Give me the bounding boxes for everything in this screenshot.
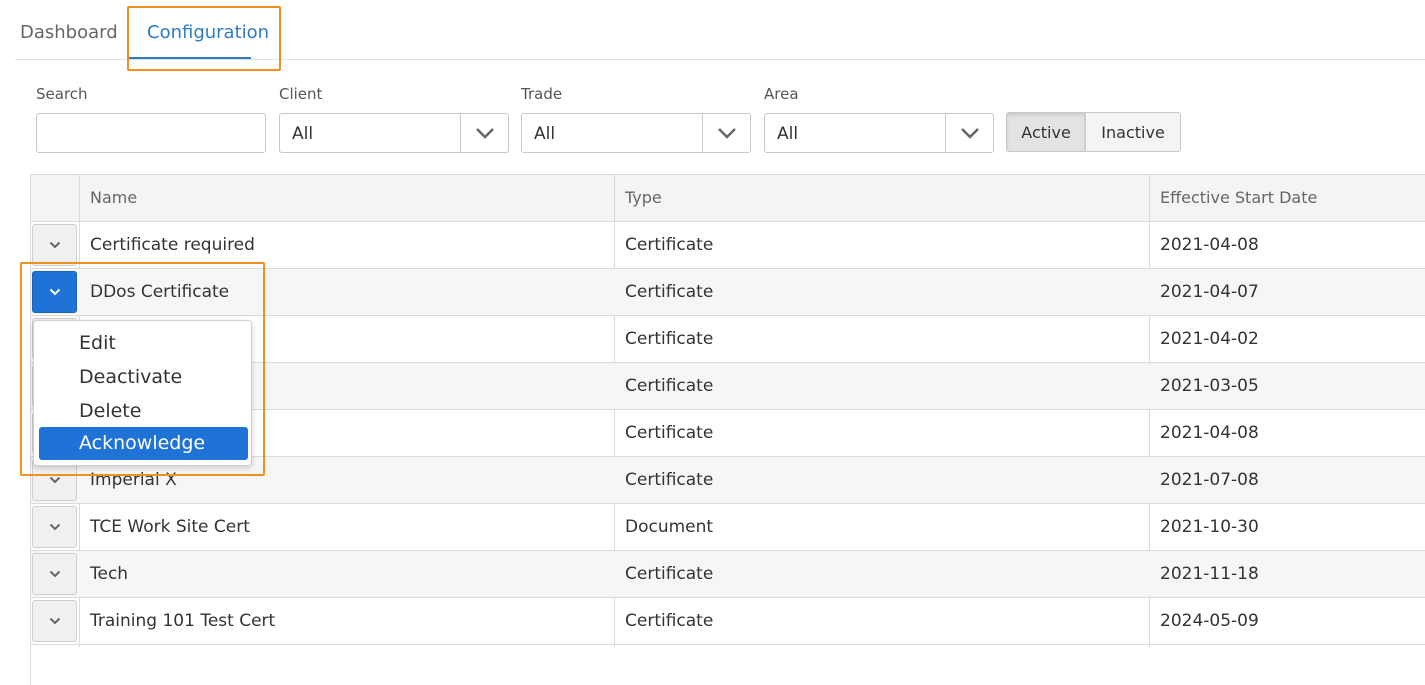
row-actions-menu: Edit Deactivate Delete Acknowledge — [33, 320, 252, 466]
menu-item-deactivate[interactable]: Deactivate — [39, 361, 248, 394]
table-row[interactable]: Tech Certificate 2021-11-18 — [31, 551, 1425, 598]
cell-name: TCE Work Site Cert — [90, 517, 250, 537]
table-row[interactable]: TCE Work Site Cert Document 2021-10-30 — [31, 504, 1425, 551]
cell-effective-start-date: 2021-10-30 — [1160, 517, 1259, 537]
tab-bar: Dashboard Configuration — [15, 0, 1425, 60]
chevron-down-icon[interactable] — [945, 114, 993, 152]
inactive-toggle-button[interactable]: Inactive — [1086, 113, 1180, 151]
cell-type: Certificate — [625, 611, 714, 631]
chevron-down-icon[interactable] — [460, 114, 508, 152]
cell-effective-start-date: 2021-04-08 — [1160, 423, 1259, 443]
chevron-down-icon — [49, 570, 60, 578]
cell-type: Certificate — [625, 564, 714, 584]
cell-effective-start-date: 2024-05-09 — [1160, 611, 1259, 631]
cell-effective-start-date: 2021-04-08 — [1160, 235, 1259, 255]
client-select[interactable]: All — [279, 113, 509, 153]
active-toggle-button[interactable]: Active — [1007, 113, 1087, 151]
column-header-type[interactable]: Type — [615, 175, 662, 221]
cell-type: Certificate — [625, 329, 714, 349]
menu-item-edit[interactable]: Edit — [39, 327, 248, 360]
trade-label: Trade — [521, 85, 563, 103]
menu-item-delete[interactable]: Delete — [39, 395, 248, 428]
client-label: Client — [279, 85, 323, 103]
search-label: Search — [36, 85, 88, 103]
menu-item-acknowledge[interactable]: Acknowledge — [39, 427, 248, 460]
cell-effective-start-date: 2021-04-07 — [1160, 282, 1259, 302]
column-header-effective-start-date[interactable]: Effective Start Date — [1150, 175, 1317, 221]
active-tab-indicator — [127, 57, 251, 59]
trade-select-value: All — [534, 124, 556, 144]
area-select[interactable]: All — [764, 113, 994, 153]
chevron-down-icon — [49, 241, 60, 249]
client-select-value: All — [292, 124, 314, 144]
table-row[interactable]: DDos Certificate Certificate 2021-04-07 — [31, 269, 1425, 316]
cell-type: Document — [625, 517, 714, 537]
cell-type: Certificate — [625, 423, 714, 443]
search-input[interactable] — [36, 113, 266, 153]
chevron-down-icon[interactable] — [702, 114, 750, 152]
cell-effective-start-date: 2021-11-18 — [1160, 564, 1259, 584]
tab-dashboard[interactable]: Dashboard — [20, 22, 118, 43]
chevron-down-icon — [49, 523, 60, 531]
column-header-name[interactable]: Name — [80, 175, 137, 221]
area-label: Area — [764, 85, 799, 103]
row-expand-button[interactable] — [32, 506, 77, 548]
row-expand-button[interactable] — [32, 600, 77, 642]
cell-name: Training 101 Test Cert — [90, 611, 276, 631]
cell-name: Certificate required — [90, 235, 255, 255]
cell-type: Certificate — [625, 282, 714, 302]
cell-name: DDos Certificate — [90, 282, 230, 302]
chevron-down-icon — [49, 617, 60, 625]
cell-type: Certificate — [625, 376, 714, 396]
tab-configuration[interactable]: Configuration — [147, 22, 269, 43]
trade-select[interactable]: All — [521, 113, 751, 153]
cell-effective-start-date: 2021-07-08 — [1160, 470, 1259, 490]
cell-effective-start-date: 2021-03-05 — [1160, 376, 1259, 396]
area-select-value: All — [777, 124, 799, 144]
cell-effective-start-date: 2021-04-02 — [1160, 329, 1259, 349]
table-header: Name Type Effective Start Date — [31, 175, 1425, 222]
cell-type: Certificate — [625, 235, 714, 255]
cell-name: Tech — [90, 564, 129, 584]
table-row[interactable]: Training 101 Test Cert Certificate 2024-05… — [31, 598, 1425, 645]
table-row[interactable]: Certificate required Certificate 2021-04-0… — [31, 222, 1425, 269]
cell-type: Certificate — [625, 470, 714, 490]
row-expand-button[interactable] — [32, 553, 77, 595]
chevron-down-icon — [49, 476, 60, 484]
row-expand-button[interactable] — [32, 224, 77, 266]
row-expand-button[interactable] — [32, 271, 77, 313]
status-toggle: Active Inactive — [1006, 112, 1181, 152]
chevron-down-icon — [49, 288, 60, 296]
